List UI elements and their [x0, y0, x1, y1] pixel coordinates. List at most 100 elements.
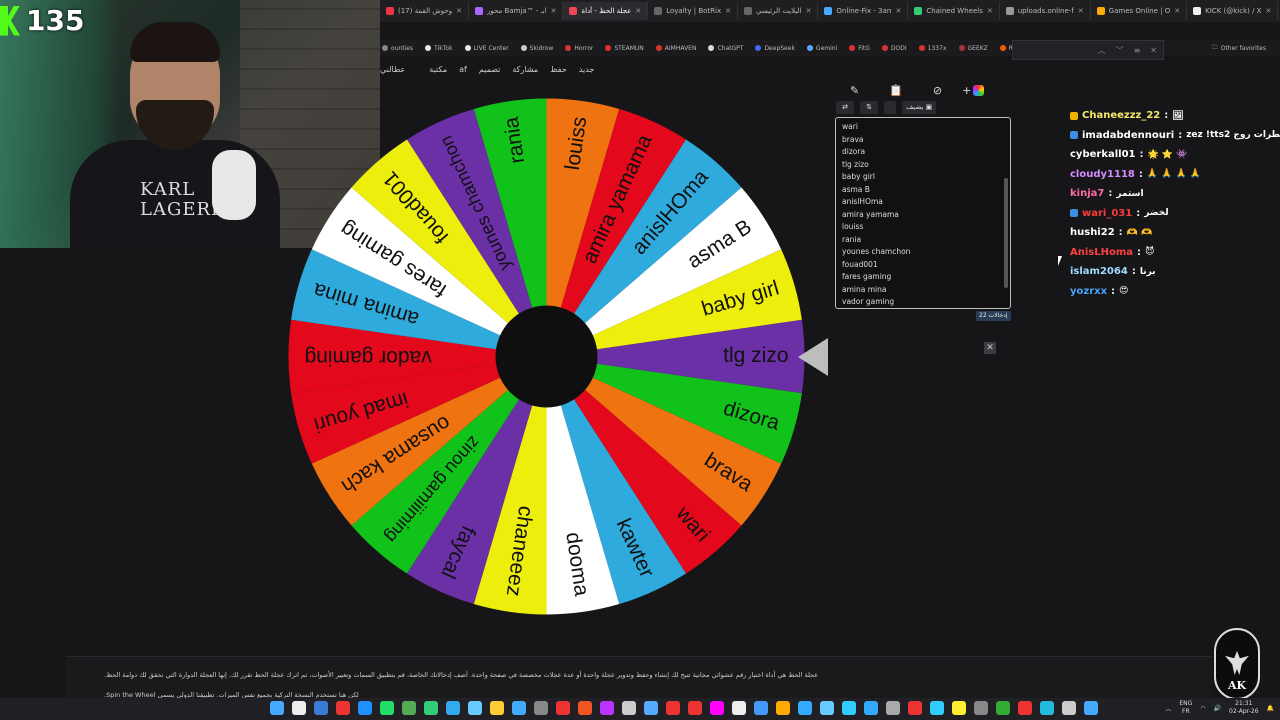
bookmark-item[interactable]: GEEKZ: [958, 45, 988, 52]
bookmark-item[interactable]: Horror: [565, 45, 593, 52]
spacer-button[interactable]: [884, 100, 896, 114]
hide-icon[interactable]: ⊘: [933, 84, 942, 97]
app-action-button[interactable]: عطالني: [380, 65, 405, 74]
filter-icon[interactable]: ≡: [1134, 46, 1141, 55]
bookmark-item[interactable]: DeepSeek: [755, 45, 795, 52]
taskbar-app-icon[interactable]: [556, 701, 570, 715]
bookmark-item[interactable]: TikTok: [425, 45, 453, 52]
chat-username[interactable]: cyberkall01: [1070, 149, 1136, 160]
clock[interactable]: 21:31 02-Apr-26: [1229, 700, 1258, 716]
taskbar-app-icon[interactable]: [930, 701, 944, 715]
chat-username[interactable]: hushi22: [1070, 227, 1115, 238]
tab-close-icon[interactable]: ✕: [551, 7, 557, 15]
app-action-button[interactable]: جديد: [579, 65, 595, 74]
bookmark-item[interactable]: DODI: [881, 45, 907, 52]
spin-wheel[interactable]: tlg zizo dizora brava wari kawter dooma chanee…: [287, 97, 806, 616]
bookmark-item[interactable]: 1337x: [918, 45, 947, 52]
chat-username[interactable]: cloudy1118: [1070, 169, 1135, 180]
taskbar-app-icon[interactable]: [358, 701, 372, 715]
taskbar-app-icon[interactable]: [864, 701, 878, 715]
close-icon[interactable]: ✕: [984, 342, 996, 354]
chat-username[interactable]: Chaneezzz_22: [1082, 110, 1160, 121]
browser-tab[interactable]: Online-Fix - Зап ✕: [818, 2, 909, 20]
wifi-icon[interactable]: ◠: [1200, 705, 1205, 712]
bookmark-item[interactable]: LIVE Center: [464, 45, 509, 52]
bookmark-item[interactable]: AIMHAVEN: [655, 45, 696, 52]
chevron-up-icon[interactable]: ︿: [1165, 704, 1171, 713]
tab-close-icon[interactable]: ✕: [1265, 7, 1271, 15]
taskbar-app-icon[interactable]: [776, 701, 790, 715]
bookmark-item[interactable]: Gemini: [806, 45, 837, 52]
tab-close-icon[interactable]: ✕: [895, 7, 901, 15]
app-action-button[interactable]: مكتبة: [429, 65, 447, 74]
browser-tab[interactable]: Games Online | O ✕: [1091, 2, 1188, 20]
taskbar-app-icon[interactable]: [270, 701, 284, 715]
taskbar-app-icon[interactable]: [468, 701, 482, 715]
taskbar-app-icon[interactable]: [754, 701, 768, 715]
clipboard-icon[interactable]: 📋: [889, 84, 903, 97]
volume-icon[interactable]: 🔊: [1214, 705, 1221, 712]
bookmark-item[interactable]: ounties: [382, 45, 413, 52]
taskbar-app-icon[interactable]: [446, 701, 460, 715]
taskbar-app-icon[interactable]: [820, 701, 834, 715]
taskbar-app-icon[interactable]: [292, 701, 306, 715]
tab-close-icon[interactable]: ✕: [1174, 7, 1180, 15]
taskbar-app-icon[interactable]: [314, 701, 328, 715]
tab-close-icon[interactable]: ✕: [725, 7, 731, 15]
taskbar-app-icon[interactable]: [688, 701, 702, 715]
browser-tab[interactable]: عجلة الحظ - أداة ✕: [563, 2, 649, 20]
taskbar-app-icon[interactable]: [842, 701, 856, 715]
chat-username[interactable]: AnisLHoma: [1070, 247, 1133, 258]
tab-close-icon[interactable]: ✕: [987, 7, 993, 15]
taskbar-app-icon[interactable]: [886, 701, 900, 715]
close-icon[interactable]: ✕: [1150, 46, 1157, 55]
taskbar-app-icon[interactable]: [1084, 701, 1098, 715]
taskbar-app-icon[interactable]: [908, 701, 922, 715]
taskbar-app-icon[interactable]: [380, 701, 394, 715]
taskbar-app-icon[interactable]: [578, 701, 592, 715]
app-action-button[interactable]: af: [459, 65, 467, 74]
bookmark-other-favorites[interactable]: 🗀 Other favorites: [1212, 43, 1280, 53]
taskbar-app-icon[interactable]: [732, 701, 746, 715]
chat-username[interactable]: yozrxx: [1070, 286, 1107, 297]
shuffle-button[interactable]: ⇄: [836, 100, 854, 114]
browser-tab[interactable]: اليلايت الرئيسي ✕: [738, 2, 819, 20]
chat-username[interactable]: wari_031: [1082, 208, 1132, 219]
browser-tab[interactable]: KICK (@kick) / X ✕: [1187, 2, 1279, 20]
taskbar-app-icon[interactable]: [512, 701, 526, 715]
chat-username[interactable]: islam2064: [1070, 266, 1128, 277]
app-action-button[interactable]: مشاركة: [512, 65, 538, 74]
language-indicator[interactable]: ENG FR: [1179, 700, 1192, 716]
taskbar-app-icon[interactable]: [644, 701, 658, 715]
taskbar-app-icon[interactable]: [666, 701, 680, 715]
bookmark-item[interactable]: FitG: [849, 45, 870, 52]
browser-tab[interactable]: Chained Wheels ✕: [908, 2, 1000, 20]
browser-tab[interactable]: uploads.online-f ✕: [1000, 2, 1091, 20]
taskbar-app-icon[interactable]: [402, 701, 416, 715]
add-image-button[interactable]: يضيف ▣: [902, 100, 937, 114]
taskbar-app-icon[interactable]: [798, 701, 812, 715]
wheel-svg[interactable]: tlg zizodizorabravawarikawterdoomachanee…: [287, 97, 806, 616]
taskbar-app-icon[interactable]: [710, 701, 724, 715]
add-wheel-icon[interactable]: +: [962, 84, 985, 97]
entries-scrollbar[interactable]: [1004, 178, 1008, 288]
chat-username[interactable]: kinja7: [1070, 188, 1104, 199]
browser-tab[interactable]: محور Bamja™ - ابـ ✕: [469, 2, 564, 20]
taskbar-app-icon[interactable]: [622, 701, 636, 715]
app-action-button[interactable]: حفظ: [550, 65, 567, 74]
chevron-up-icon[interactable]: ︿: [1098, 45, 1106, 56]
taskbar-app-icon[interactable]: [534, 701, 548, 715]
edit-icon[interactable]: ✎: [850, 84, 859, 97]
chat-username[interactable]: imadabdennouri: [1082, 130, 1174, 141]
taskbar-app-icon[interactable]: [1062, 701, 1076, 715]
taskbar-app-icon[interactable]: [1018, 701, 1032, 715]
notification-icon[interactable]: 🔔: [1267, 705, 1274, 712]
app-action-button[interactable]: تصميم: [479, 65, 501, 74]
taskbar-app-icon[interactable]: [424, 701, 438, 715]
wheel-hub[interactable]: [495, 305, 598, 408]
tab-close-icon[interactable]: ✕: [635, 7, 641, 15]
entries-textarea[interactable]: wari brava dizora tlg zizo baby girl asma B an…: [835, 117, 1011, 309]
chevron-down-icon[interactable]: ﹀: [1116, 45, 1124, 56]
taskbar-app-icon[interactable]: [600, 701, 614, 715]
bookmark-item[interactable]: Skidrow: [520, 45, 553, 52]
